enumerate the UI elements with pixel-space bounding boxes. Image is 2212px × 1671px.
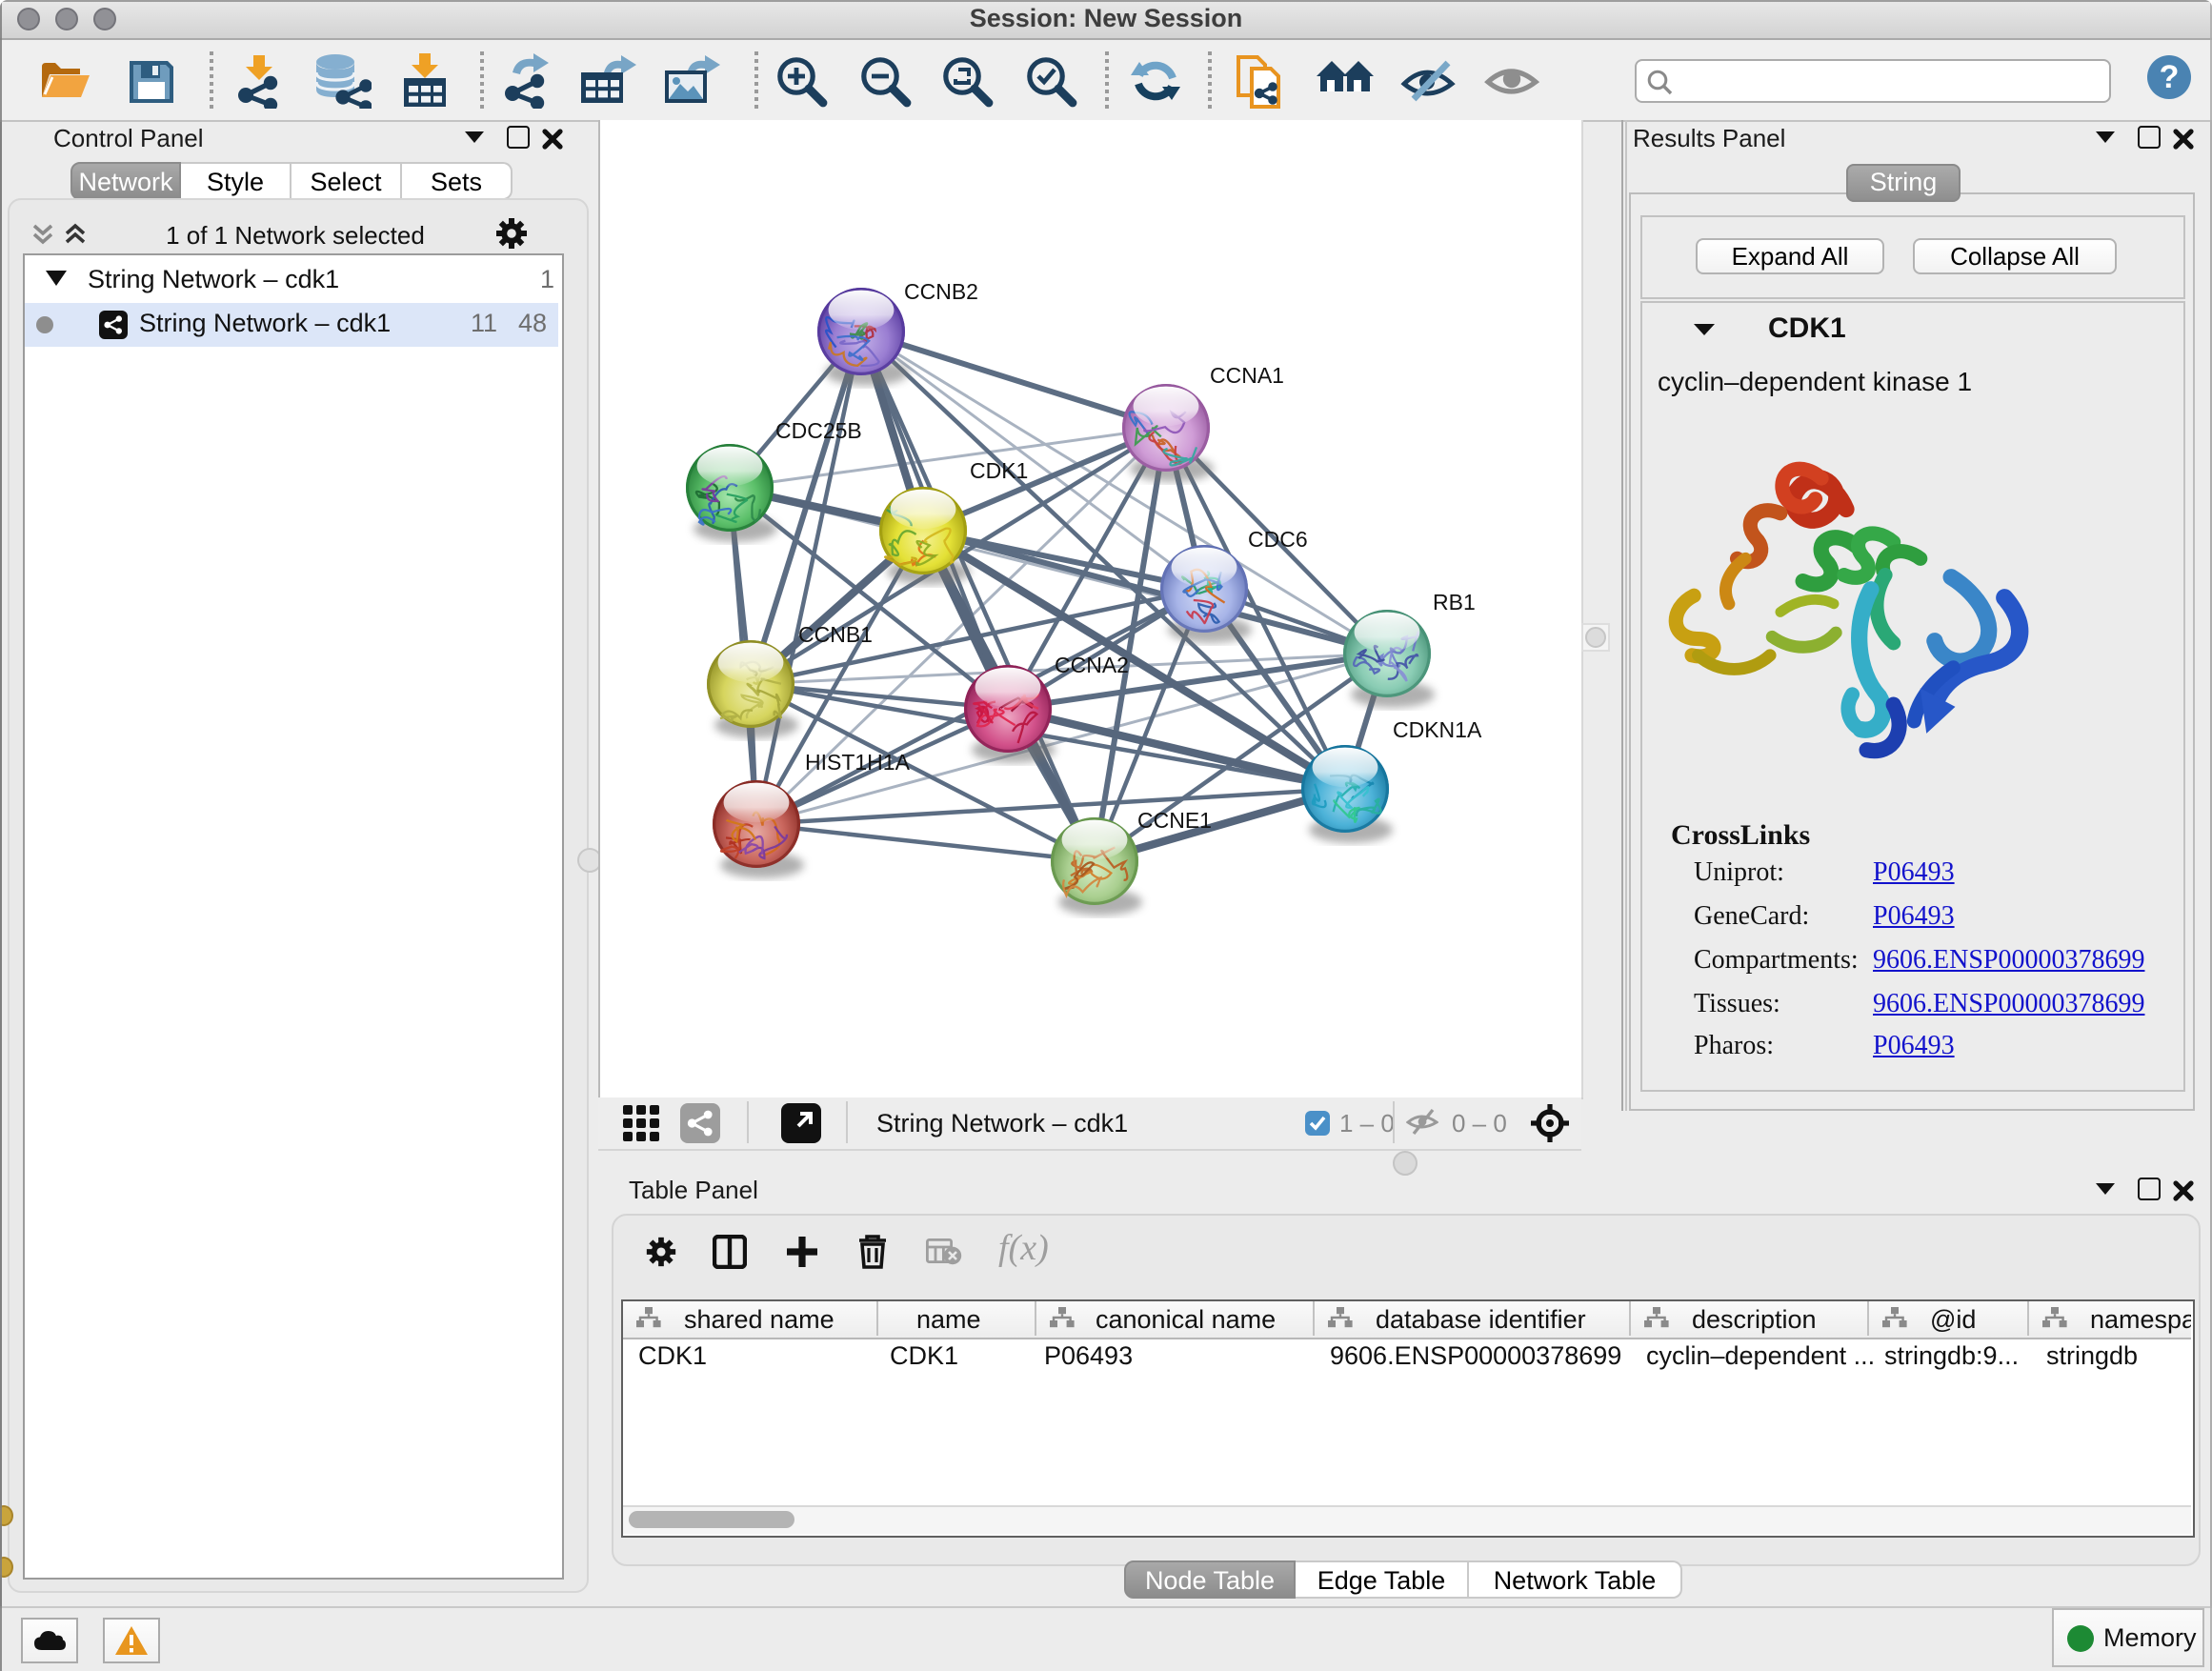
svg-text:CCNA1: CCNA1 <box>1210 363 1284 388</box>
svg-text:CCNE1: CCNE1 <box>1137 808 1212 833</box>
svg-text:CDK1: CDK1 <box>970 458 1028 483</box>
svg-text:CCNB2: CCNB2 <box>904 279 978 304</box>
svg-text:CCNA2: CCNA2 <box>1055 653 1129 677</box>
svg-text:CDC25B: CDC25B <box>775 418 862 443</box>
svg-text:CCNB1: CCNB1 <box>798 622 873 647</box>
svg-text:HIST1H1A: HIST1H1A <box>805 750 911 775</box>
svg-text:RB1: RB1 <box>1433 590 1476 614</box>
svg-text:CDC6: CDC6 <box>1248 527 1308 552</box>
svg-text:CDKN1A: CDKN1A <box>1393 717 1482 742</box>
